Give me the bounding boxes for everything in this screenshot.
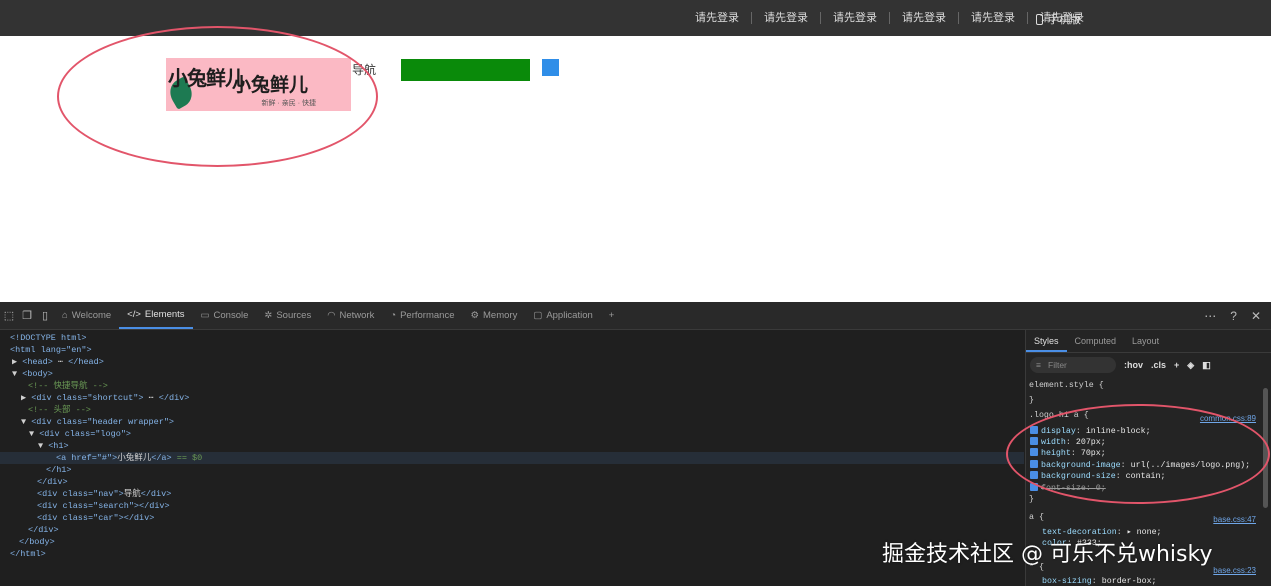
styles-filter-row: Filter :hov .cls + ◈ ◧ bbox=[1030, 356, 1266, 374]
dom-node[interactable]: ▼ <body> bbox=[12, 368, 53, 380]
mobile-version-link[interactable]: 手机版 bbox=[1036, 11, 1081, 27]
tab-styles[interactable]: Styles bbox=[1026, 330, 1067, 352]
tab-network[interactable]: ◠ Network bbox=[319, 302, 382, 329]
cls-toggle[interactable]: .cls bbox=[1151, 360, 1166, 370]
dom-node[interactable]: ▼ <h1> bbox=[38, 440, 69, 452]
login-link[interactable]: 请先登录 bbox=[959, 12, 1028, 24]
tab-memory[interactable]: ⚙ Memory bbox=[462, 302, 525, 329]
search-box[interactable] bbox=[401, 59, 530, 81]
dom-node[interactable]: <!DOCTYPE html> bbox=[10, 332, 87, 344]
dom-node[interactable]: ▶ <div class="shortcut"> ⋯ </div> bbox=[21, 392, 189, 404]
dom-node[interactable]: <html lang="en"> bbox=[10, 344, 92, 356]
dom-node[interactable]: </body> bbox=[19, 536, 55, 548]
login-link[interactable]: 请先登录 bbox=[890, 12, 959, 24]
devtools-toolbar: ⬚ ❐ ▯ ⌂ Welcome </> Elements ▭ Console ✲ Sou… bbox=[0, 302, 1271, 330]
tab-computed[interactable]: Computed bbox=[1067, 330, 1125, 352]
element-style-rule[interactable]: element.style { bbox=[1029, 380, 1104, 391]
rule-source-link[interactable]: base.css:47 bbox=[1213, 515, 1256, 524]
wifi-icon: ◠ bbox=[327, 310, 336, 321]
tab-application[interactable]: ▢ Application bbox=[525, 302, 600, 329]
add-tab-button[interactable]: + bbox=[601, 302, 623, 329]
sidebar-icon[interactable]: ◧ bbox=[1202, 360, 1211, 371]
annotation-circle bbox=[1006, 404, 1270, 504]
hov-toggle[interactable]: :hov bbox=[1124, 360, 1143, 370]
filter-input[interactable]: Filter bbox=[1030, 357, 1116, 373]
inspect-icon[interactable]: ⬚ bbox=[0, 302, 18, 329]
dom-comment[interactable]: <!-- 头部 --> bbox=[28, 404, 91, 416]
login-link[interactable]: 请先登录 bbox=[683, 12, 752, 24]
rule-close: } bbox=[1029, 396, 1034, 405]
paint-icon[interactable]: ◈ bbox=[1187, 360, 1194, 371]
dom-node[interactable]: <div class="nav">导航</div> bbox=[37, 488, 171, 500]
dom-node[interactable]: <div class="car"></div> bbox=[37, 512, 154, 524]
close-icon[interactable]: ✕ bbox=[1251, 309, 1261, 323]
login-link[interactable]: 请先登录 bbox=[752, 12, 821, 24]
devtools-actions: ⋯ ? ✕ bbox=[1204, 302, 1261, 329]
shortcut-links: 请先登录 请先登录 请先登录 请先登录 请先登录 请先登录 bbox=[683, 0, 1096, 36]
dom-node[interactable]: <div class="search"></div> bbox=[37, 500, 170, 512]
sidebar-toggle-icon[interactable]: ▯ bbox=[36, 302, 54, 329]
rule-selector[interactable]: a { bbox=[1029, 512, 1044, 523]
phone-icon bbox=[1036, 13, 1043, 25]
tab-console[interactable]: ▭ Console bbox=[193, 302, 257, 329]
console-icon: ▭ bbox=[200, 310, 210, 321]
dom-node[interactable]: </div> bbox=[37, 476, 68, 488]
dom-node-selected[interactable]: <a href="#">小兔鲜儿</a> == $0 bbox=[56, 452, 202, 464]
tab-sources[interactable]: ✲ Sources bbox=[256, 302, 319, 329]
watermark: 掘金技术社区 @ 可乐不兑whisky bbox=[882, 542, 1213, 567]
cart-box[interactable] bbox=[542, 59, 559, 76]
dom-tree: <!DOCTYPE html> <html lang="en"> ▶ <head… bbox=[0, 330, 1024, 586]
tab-layout[interactable]: Layout bbox=[1124, 330, 1167, 352]
dom-node[interactable]: ▼ <div class="header wrapper"> bbox=[21, 416, 174, 428]
dom-node[interactable]: </h1> bbox=[46, 464, 72, 476]
rule-close: } bbox=[1029, 495, 1034, 504]
add-rule-icon[interactable]: + bbox=[1174, 360, 1179, 370]
annotation-circle bbox=[57, 26, 378, 167]
tab-elements[interactable]: </> Elements bbox=[119, 302, 193, 329]
help-icon[interactable]: ? bbox=[1230, 309, 1237, 323]
mobile-label: 手机版 bbox=[1048, 14, 1081, 26]
tab-performance[interactable]: ◔ Performance bbox=[382, 302, 462, 329]
gauge-icon: ◔ bbox=[390, 310, 397, 321]
rule-source-link[interactable]: base.css:23 bbox=[1213, 566, 1256, 575]
memory-icon: ⚙ bbox=[470, 310, 480, 321]
dom-node[interactable]: ▶ <head> ⋯ </head> bbox=[12, 356, 104, 368]
styles-tabs: Styles Computed Layout bbox=[1026, 330, 1271, 353]
window-icon: ▢ bbox=[533, 310, 543, 321]
css-property[interactable]: box-sizing: border-box; bbox=[1042, 576, 1157, 587]
login-link[interactable]: 请先登录 bbox=[821, 12, 890, 24]
bug-icon: ✲ bbox=[264, 310, 273, 321]
more-icon[interactable]: ⋯ bbox=[1204, 309, 1216, 323]
dom-node[interactable]: </div> bbox=[28, 524, 59, 536]
code-icon: </> bbox=[127, 309, 141, 320]
dom-comment[interactable]: <!-- 快捷导航 --> bbox=[28, 380, 108, 392]
home-icon: ⌂ bbox=[62, 310, 68, 321]
dom-node[interactable]: </html> bbox=[10, 548, 46, 560]
plus-icon: + bbox=[608, 310, 615, 321]
device-toggle-icon[interactable]: ❐ bbox=[18, 302, 36, 329]
tab-welcome[interactable]: ⌂ Welcome bbox=[54, 302, 119, 329]
dom-node[interactable]: ▼ <div class="logo"> bbox=[29, 428, 131, 440]
